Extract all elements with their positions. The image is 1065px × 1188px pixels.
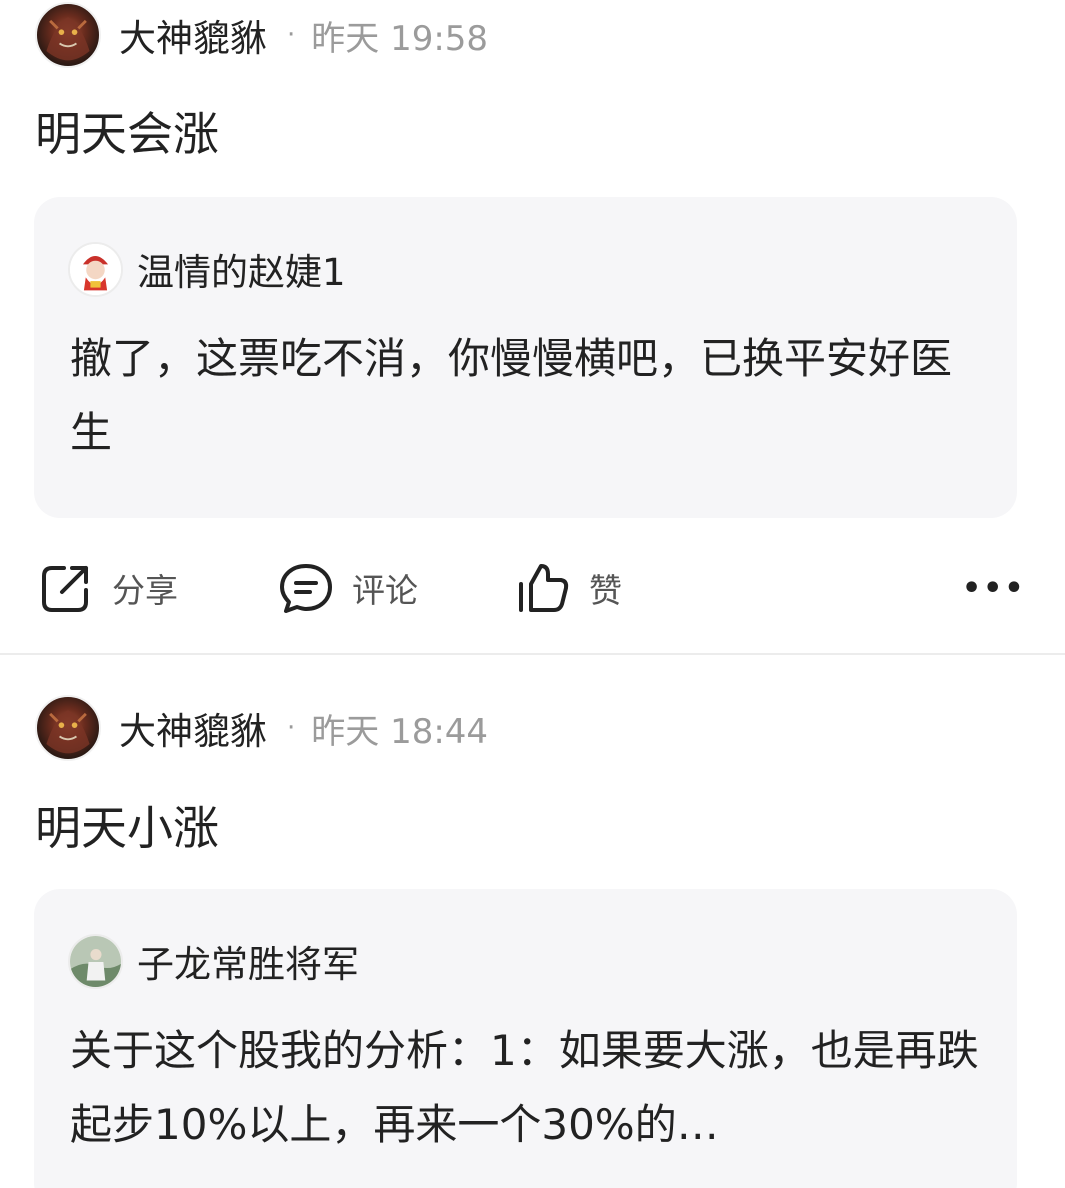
share-button[interactable]: 分享	[38, 548, 178, 628]
comment-icon	[278, 560, 334, 616]
comment-button[interactable]: 评论	[278, 548, 418, 628]
share-label: 分享	[112, 571, 178, 610]
more-button[interactable]: •••	[962, 548, 1026, 628]
quoted-post-header: 温情的赵婕1	[68, 241, 346, 297]
quoted-post-header: 子龙常胜将军	[68, 933, 359, 989]
divider	[0, 653, 1065, 655]
avatar[interactable]	[35, 2, 101, 68]
feed: 大神貔貅 · 昨天 19:58 明天会涨 温情的赵婕1 撤了，这票吃不消，你慢慢…	[0, 0, 1065, 1188]
quoted-username[interactable]: 子龙常胜将军	[137, 934, 359, 988]
post-header: 大神貔貅 · 昨天 19:58	[35, 2, 488, 68]
action-bar: 分享 评论 赞 •••	[0, 548, 1065, 628]
post-content[interactable]: 明天小涨	[35, 792, 219, 858]
thumbs-up-icon	[515, 560, 571, 616]
timestamp: 昨天 18:44	[311, 711, 489, 752]
quoted-post[interactable]: 温情的赵婕1 撤了，这票吃不消，你慢慢横吧，已换平安好医生	[34, 197, 1017, 518]
quoted-username[interactable]: 温情的赵婕1	[137, 242, 346, 296]
username[interactable]: 大神貔貅	[119, 8, 267, 62]
post-header: 大神貔貅 · 昨天 18:44	[35, 695, 488, 761]
username[interactable]: 大神貔貅	[119, 701, 267, 755]
separator: ·	[287, 20, 296, 50]
timestamp: 昨天 19:58	[311, 18, 489, 59]
more-icon: •••	[962, 570, 1026, 606]
fortune-god-avatar-icon	[70, 243, 121, 295]
comment-label: 评论	[352, 571, 418, 610]
quoted-post[interactable]: 子龙常胜将军 关于这个股我的分析：1：如果要大涨，也是再跌起步10%以上，再来一…	[34, 889, 1017, 1188]
quoted-text: 关于这个股我的分析：1：如果要大涨，也是再跌起步10%以上，再来一个30%的…	[70, 1026, 979, 1149]
general-avatar-icon	[70, 935, 121, 987]
like-label: 赞	[589, 571, 622, 610]
avatar[interactable]	[68, 241, 123, 297]
separator: ·	[287, 713, 296, 743]
dragon-avatar-icon	[46, 17, 90, 61]
like-button[interactable]: 赞	[515, 548, 622, 628]
avatar[interactable]	[68, 933, 123, 989]
dragon-avatar-icon	[46, 710, 90, 754]
quoted-text: 撤了，这票吃不消，你慢慢横吧，已换平安好医生	[70, 334, 953, 457]
share-icon	[38, 560, 94, 616]
post-content[interactable]: 明天会涨	[35, 98, 219, 164]
avatar[interactable]	[35, 695, 101, 761]
